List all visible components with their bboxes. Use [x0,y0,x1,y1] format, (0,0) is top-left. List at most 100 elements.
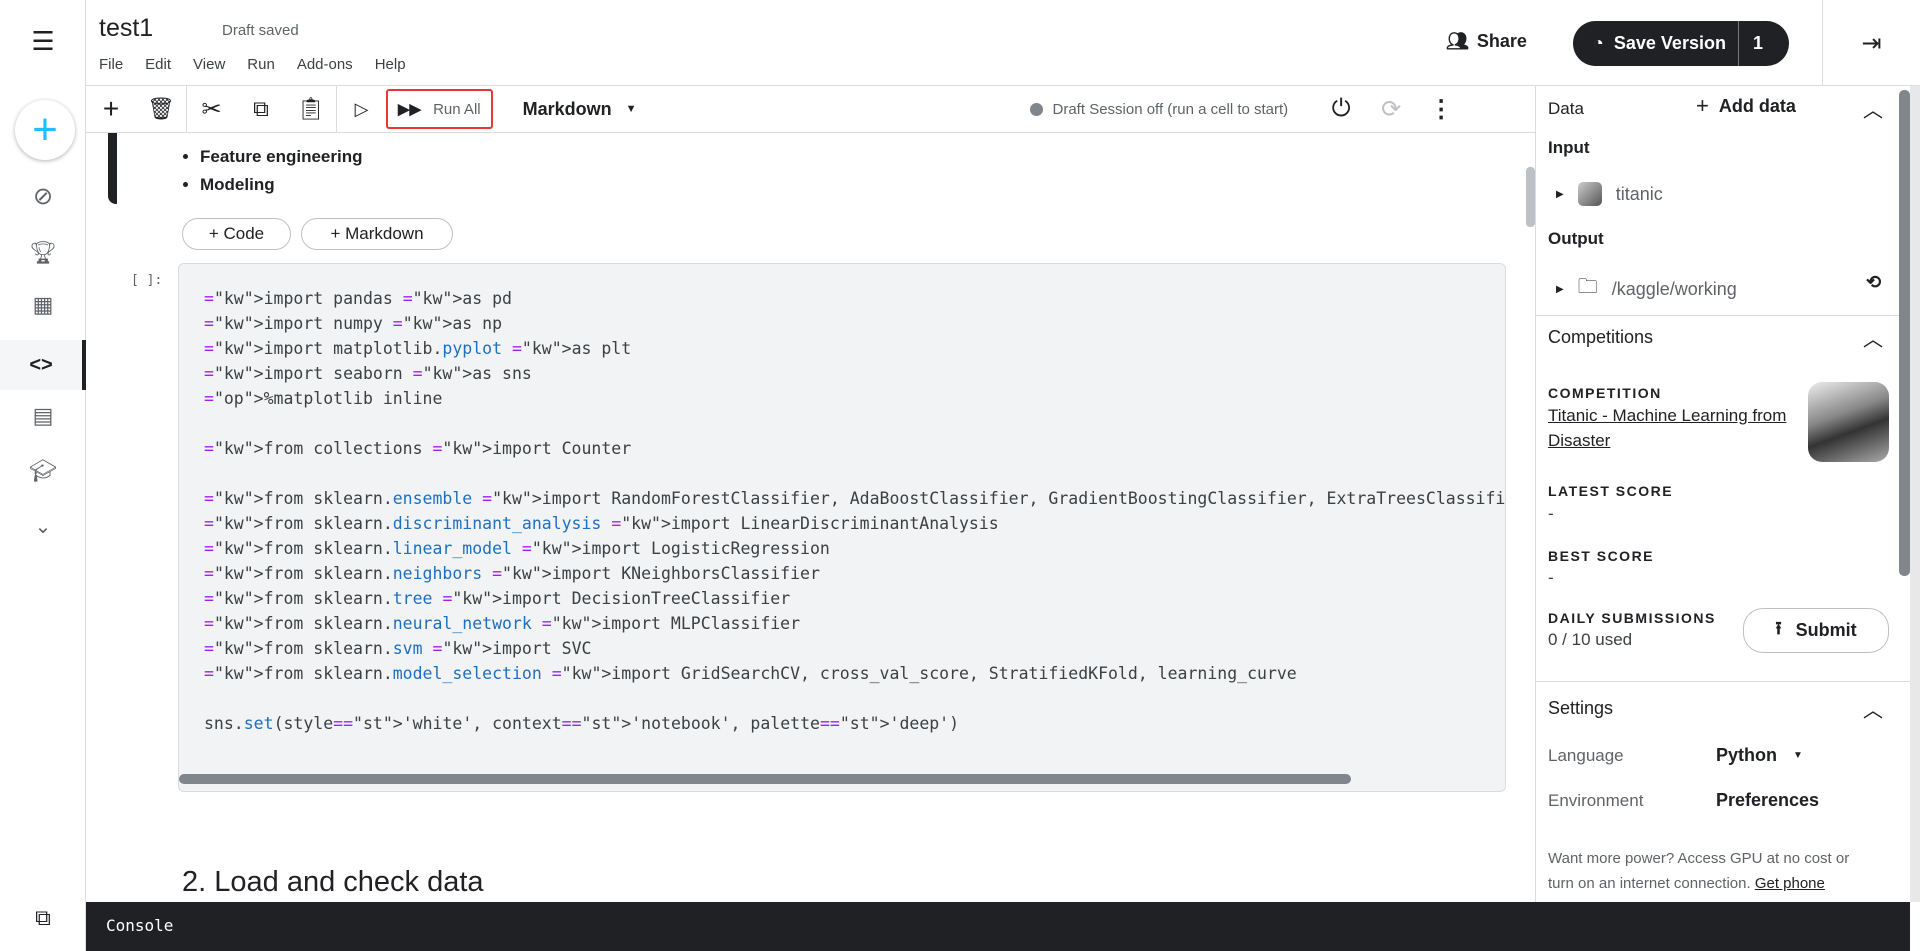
more-vert-icon[interactable]: ⋮ [1416,86,1466,133]
code-line: ="kw">import matplotlib.pyplot ="kw">as … [204,339,632,358]
menu-add-ons[interactable]: Add-ons [297,56,353,73]
menu-edit[interactable]: Edit [145,56,171,73]
latest-score-label: LATEST SCORE [1548,483,1674,499]
submit-button[interactable]: ⭱ Submit [1743,608,1889,653]
menu-bar: File Edit View Run Add-ons Help [99,56,428,74]
language-label: Language [1548,746,1624,765]
menu-run[interactable]: Run [247,56,275,73]
status-dot-icon [1029,102,1043,116]
copy-windows-icon[interactable]: ⧉ [0,898,86,938]
folder-icon: 🗀 [1577,276,1598,298]
notebook-toolbar: + 🗑︎ ✂ ⧉ 📋︎ ▷ ▶▶ Run All Markdown ▼ Draft … [86,85,1535,133]
create-button[interactable]: + [15,100,75,160]
compass-icon[interactable]: ⊘ [0,176,86,216]
collapse-panel-icon[interactable]: ⇥ [1822,0,1920,86]
delete-icon[interactable]: 🗑︎ [136,86,186,133]
get-phone-link[interactable]: Get phone [1755,875,1825,892]
language-dropdown[interactable]: Python ▼ [1716,745,1803,766]
vertical-scrollbar[interactable] [1526,167,1535,227]
code-line: ="kw">from sklearn.neural_network ="kw">… [204,614,801,633]
table-icon[interactable]: ▦ [0,285,86,325]
competitions-title: Competitions [1548,327,1654,347]
caret-down-icon: ▼ [625,102,637,115]
graduation-cap-icon[interactable]: 🎓︎ [0,451,86,491]
code-line: ="kw">from sklearn.discriminant_analysis… [204,514,999,533]
dataset-thumbnail [1577,182,1602,206]
caret-down-icon: ▼ [1793,750,1803,761]
add-data-button[interactable]: + Add data [1696,93,1796,118]
code-editor[interactable]: ="kw">import pandas ="kw">as pd ="kw">imp… [204,286,1506,736]
add-cell-icon[interactable]: + [86,86,136,133]
competition-thumbnail [1808,382,1889,462]
code-cell[interactable]: ="kw">import pandas ="kw">as pd ="kw">imp… [178,263,1506,792]
menu-help[interactable]: Help [375,56,406,73]
cell-type-dropdown[interactable]: Markdown ▼ [523,99,637,120]
settings-title: Settings [1548,698,1614,718]
code-line: ="kw">import numpy ="kw">as np [204,314,503,333]
plus-icon: + [1696,93,1709,118]
right-panel: Data + Add data ︿ Input ▶ titanic Output ▶… [1535,86,1910,902]
divider [1536,315,1910,316]
horizontal-scrollbar[interactable] [179,774,1351,784]
code-line: ="kw">from collections ="kw">import Coun… [204,439,632,458]
cell-prompt: [ ]: [131,273,163,288]
caret-right-icon: ▶ [1556,283,1564,295]
list-item: Modeling [200,171,362,199]
power-icon[interactable]: ⏻ [1316,86,1366,133]
best-score-value: - [1548,568,1554,587]
notebook-editor: Feature engineering Modeling + Code + Ma… [86,133,1535,902]
chevron-down-icon[interactable]: ⌄ [0,506,86,546]
input-item-titanic[interactable]: ▶ titanic [1556,182,1663,206]
code-line: ="kw">from sklearn.ensemble ="kw">import… [204,489,1506,508]
output-label: Output [1548,229,1604,248]
daily-submissions-value: 0 / 10 used [1548,630,1633,649]
comment-icon[interactable]: ▤ [0,396,86,436]
markdown-list: Feature engineering Modeling [200,143,362,199]
restart-icon[interactable]: ⟳ [1366,86,1416,133]
chevron-up-icon[interactable]: ︿ [1863,94,1883,123]
environment-preferences-link[interactable]: Preferences [1716,790,1819,811]
left-sidebar: ☰ + ⊘ 🏆︎ ▦ <> ▤ 🎓︎ ⌄ ⧉ [0,0,86,951]
code-icon[interactable]: <> [0,340,86,390]
add-code-button[interactable]: + Code [182,218,291,250]
scissors-icon[interactable]: ✂ [186,85,236,133]
save-version-button[interactable]: ◔ Save Version 1 [1573,21,1789,66]
code-line: sns.set(style=="st">'white', context=="s… [204,714,960,733]
right-panel-scrollbar[interactable] [1899,90,1910,576]
session-status: Draft Session off (run a cell to start) [1029,101,1288,118]
paste-icon[interactable]: 📋︎ [286,86,336,133]
chevron-up-icon[interactable]: ︿ [1863,694,1883,723]
share-button[interactable]: 👥︎ Share [1446,31,1527,52]
refresh-icon[interactable]: ⟲ [1866,272,1881,293]
code-line: ="kw">from sklearn.neighbors ="kw">impor… [204,564,820,583]
run-all-button[interactable]: ▶▶ Run All [386,89,493,129]
code-line: ="kw">import seaborn ="kw">as sns [204,364,532,383]
code-line: ="kw">from sklearn.tree ="kw">import Dec… [204,589,791,608]
data-section-title: Data [1548,99,1584,118]
list-item: Feature engineering [200,143,362,171]
copy-icon[interactable]: ⧉ [236,86,286,133]
trophy-icon[interactable]: 🏆︎ [0,233,86,273]
fast-forward-icon: ▶▶ [398,101,422,118]
header: test1 Draft saved File Edit View Run Add-ons… [86,0,1920,86]
run-cell-icon[interactable]: ▷ [336,85,386,133]
history-icon: ◔ [1593,33,1604,53]
menu-view[interactable]: View [193,56,225,73]
menu-file[interactable]: File [99,56,123,73]
daily-submissions-label: DAILY SUBMISSIONS [1548,610,1716,626]
console-bar[interactable]: Console [86,902,1910,951]
chevron-up-icon[interactable]: ︿ [1863,323,1883,352]
environment-label: Environment [1548,791,1644,810]
add-markdown-button[interactable]: + Markdown [301,218,453,250]
hamburger-menu-icon[interactable]: ☰ [0,21,86,61]
competition-link[interactable]: Titanic - Machine Learning from Disaster [1548,403,1788,453]
output-item-working[interactable]: ▶ 🗀/kaggle/working [1556,272,1737,306]
latest-score-value: - [1548,504,1554,523]
selected-cell-indicator [108,133,117,204]
notebook-title[interactable]: test1 [99,14,153,43]
version-count: 1 [1737,21,1763,66]
code-line: ="kw">from sklearn.linear_model ="kw">im… [204,539,830,558]
